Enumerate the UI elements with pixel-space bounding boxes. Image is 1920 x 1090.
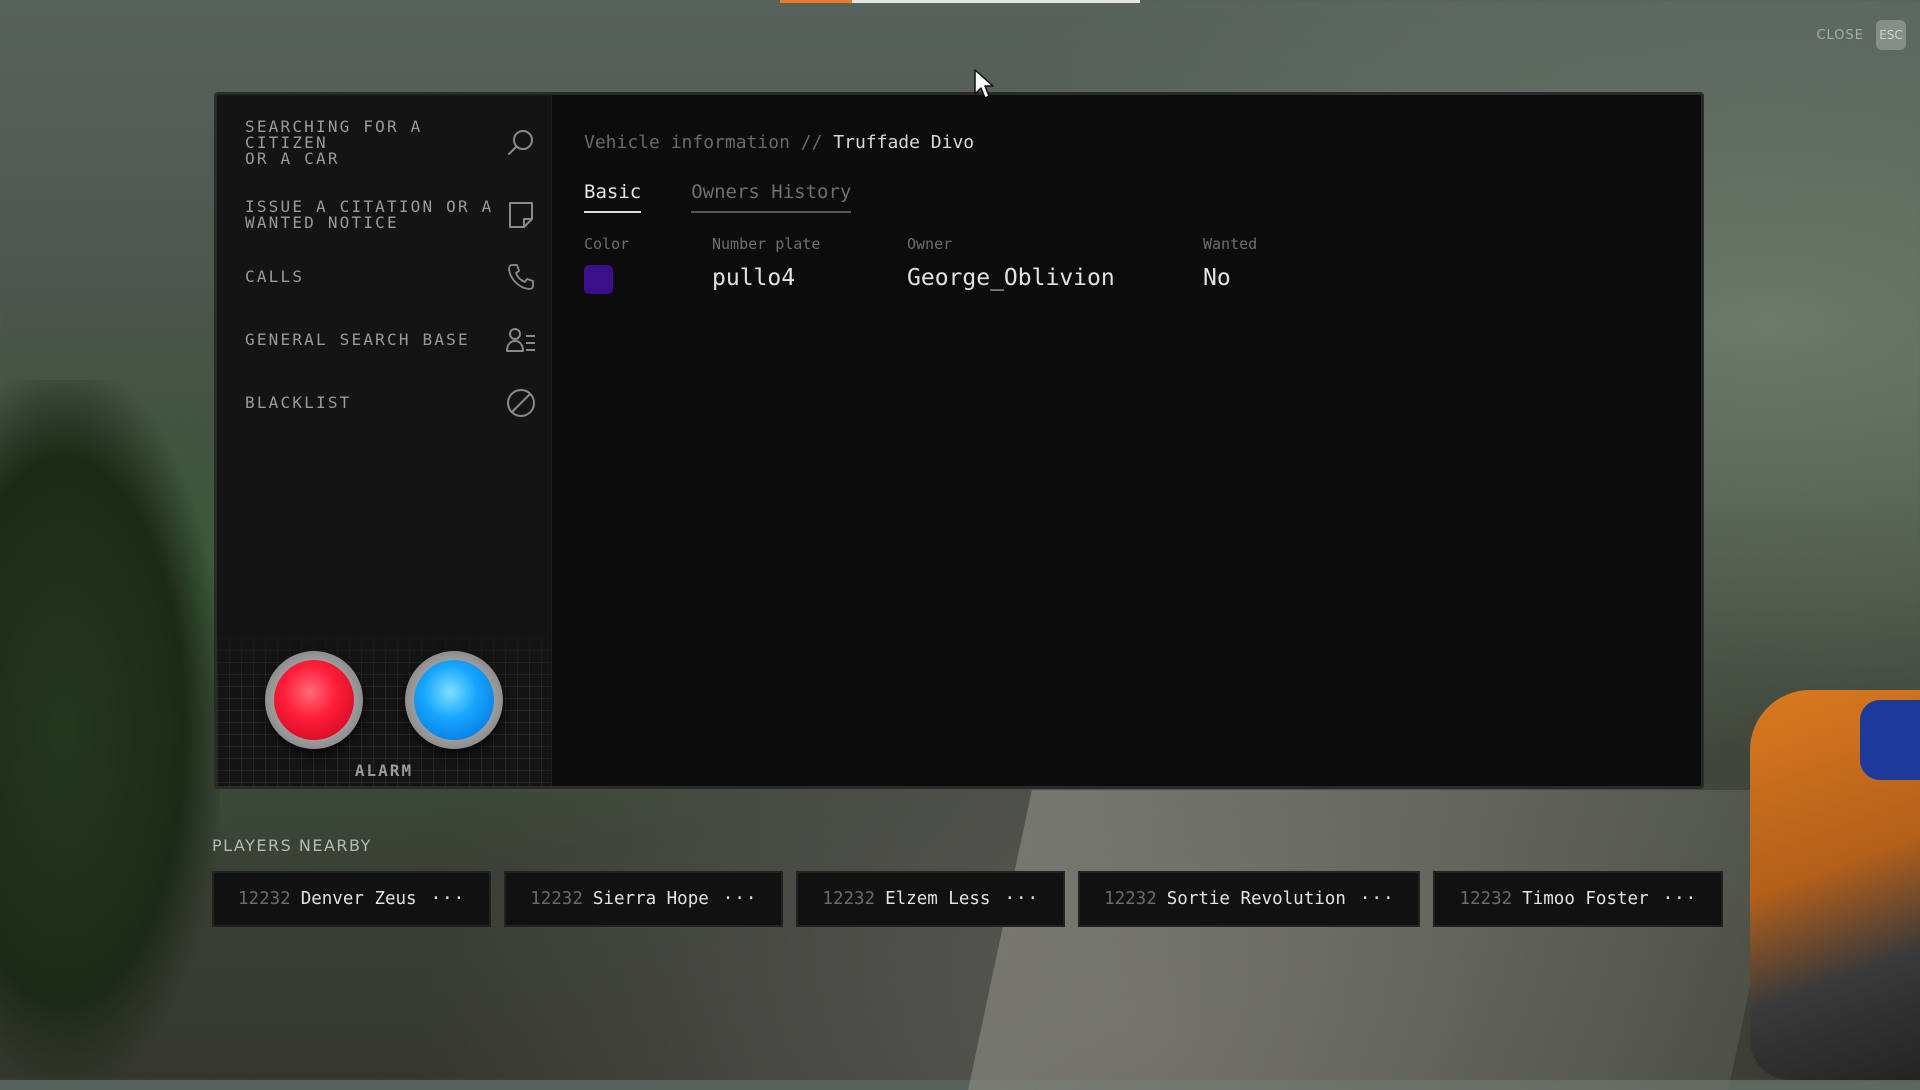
more-options-icon[interactable]: ··· (1663, 889, 1698, 909)
mouse-cursor-icon (974, 69, 994, 99)
close-control[interactable]: CLOSE ESC (1816, 20, 1906, 50)
breadcrumb-current: Truffade Divo (833, 132, 975, 153)
field-owner-value: George_Oblivion (907, 265, 1115, 291)
sidebar-item-calls[interactable]: CALLS (245, 261, 537, 293)
sidebar-item-search[interactable]: SEARCHING FOR A CITIZEN OR A CAR (245, 119, 537, 167)
background-foliage (0, 380, 220, 1080)
field-color: Color (584, 235, 712, 294)
player-id: 12232 (1104, 889, 1157, 909)
more-options-icon[interactable]: ··· (723, 889, 758, 909)
player-card[interactable]: 12232 Elzem Less ··· (796, 871, 1066, 927)
player-card[interactable]: 12232 Sierra Hope ··· (504, 871, 784, 927)
player-name: Timoo Foster (1522, 889, 1649, 909)
ban-icon (507, 389, 535, 417)
tab-basic[interactable]: Basic (584, 181, 642, 213)
players-nearby-title: PLAYERS NEARBY (212, 836, 372, 855)
player-name: Denver Zeus (300, 889, 417, 909)
phone-icon (508, 264, 534, 290)
field-wanted: Wanted No (1203, 235, 1323, 294)
player-name: Sortie Revolution (1166, 889, 1346, 909)
background-vehicle (1750, 690, 1920, 1080)
field-color-label: Color (584, 235, 630, 253)
main-content: Vehicle information // Truffade Divo Bas… (552, 95, 1701, 786)
sidebar-item-general-search[interactable]: GENERAL SEARCH BASE (245, 324, 537, 356)
more-options-icon[interactable]: ··· (431, 889, 466, 909)
close-label[interactable]: CLOSE (1816, 28, 1864, 43)
alarm-red-button[interactable] (265, 651, 363, 749)
player-id: 12232 (238, 889, 291, 909)
sidebar-item-blacklist[interactable]: BLACKLIST (245, 387, 537, 419)
field-owner: Owner George_Oblivion (907, 235, 1203, 294)
top-progress-fill (780, 0, 852, 3)
field-plate-value: pullo4 (712, 265, 796, 291)
sidebar-item-label: BLACKLIST (245, 393, 352, 412)
sidebar-item-label: CALLS (245, 267, 305, 286)
sidebar-item-citation[interactable]: ISSUE A CITATION OR A WANTED NOTICE (245, 199, 537, 231)
field-wanted-value: No (1203, 265, 1231, 291)
more-options-icon[interactable]: ··· (1360, 889, 1395, 909)
more-options-icon[interactable]: ··· (1004, 889, 1039, 909)
mdt-panel: SEARCHING FOR A CITIZEN OR A CAR ISSUE A… (214, 92, 1704, 789)
note-icon (509, 202, 533, 228)
top-progress-bar (780, 0, 1140, 3)
field-owner-label: Owner (907, 235, 953, 253)
user-list-icon (506, 328, 535, 352)
background-road (968, 790, 1792, 1090)
sidebar: SEARCHING FOR A CITIZEN OR A CAR ISSUE A… (217, 95, 552, 786)
player-name: Sierra Hope (592, 889, 709, 909)
player-card[interactable]: 12232 Timoo Foster ··· (1433, 871, 1724, 927)
breadcrumb: Vehicle information // Truffade Divo (584, 132, 974, 153)
player-id: 12232 (822, 889, 876, 909)
vehicle-fields: Color Number plate pullo4 Owner George_O… (584, 235, 1323, 294)
alarm-blue-button[interactable] (405, 651, 503, 749)
tab-owners-history[interactable]: Owners History (691, 181, 852, 213)
breadcrumb-section: Vehicle information // (584, 132, 823, 153)
sidebar-item-label: GENERAL SEARCH BASE (245, 330, 470, 349)
sidebar-item-label: SEARCHING FOR A CITIZEN OR A CAR (245, 117, 423, 168)
player-card[interactable]: 12232 Sortie Revolution ··· (1078, 871, 1421, 927)
field-wanted-label: Wanted (1203, 235, 1258, 253)
player-card[interactable]: 12232 Denver Zeus ··· (212, 871, 492, 927)
sidebar-item-label: ISSUE A CITATION OR A WANTED NOTICE (245, 197, 494, 232)
tab-bar: Basic Owners History (584, 181, 852, 213)
player-id: 12232 (1459, 889, 1513, 909)
background-vehicle-detail (1860, 700, 1920, 780)
esc-key[interactable]: ESC (1876, 20, 1906, 50)
search-icon (508, 130, 533, 155)
players-nearby-list: 12232 Denver Zeus ··· 12232 Sierra Hope … (212, 871, 1724, 927)
field-plate-label: Number plate (712, 235, 821, 253)
alarm-label: ALARM (354, 761, 414, 780)
color-swatch (584, 265, 613, 294)
player-name: Elzem Less (885, 889, 991, 909)
field-plate: Number plate pullo4 (712, 235, 907, 294)
player-id: 12232 (530, 889, 583, 909)
